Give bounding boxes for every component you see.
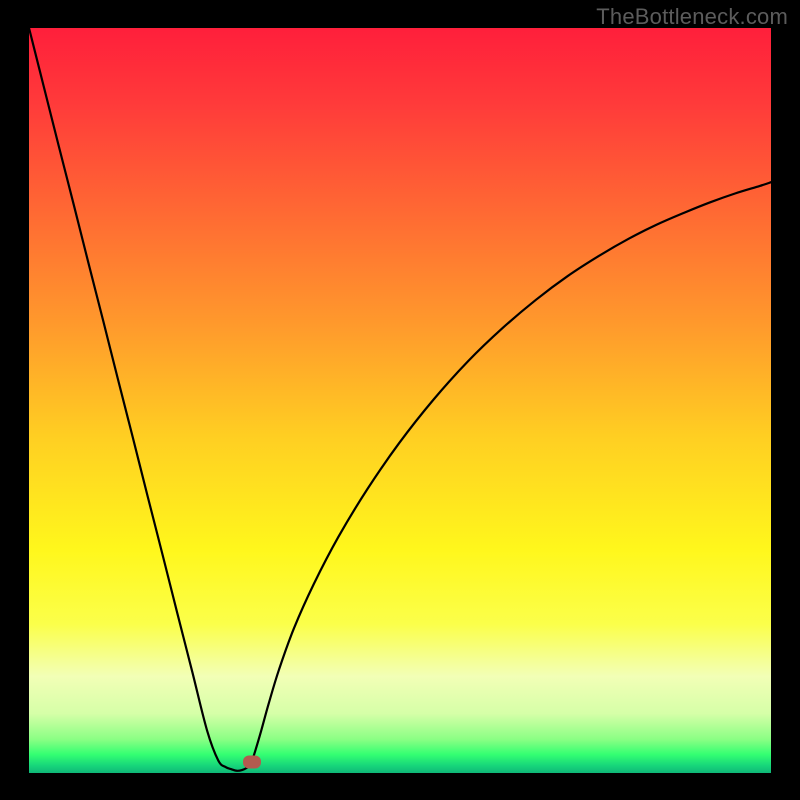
red-marker — [243, 755, 261, 768]
chart-svg — [29, 28, 771, 773]
watermark-text: TheBottleneck.com — [596, 4, 788, 30]
chart-frame: TheBottleneck.com — [0, 0, 800, 800]
gradient-background — [29, 28, 771, 773]
plot-area — [29, 28, 771, 773]
